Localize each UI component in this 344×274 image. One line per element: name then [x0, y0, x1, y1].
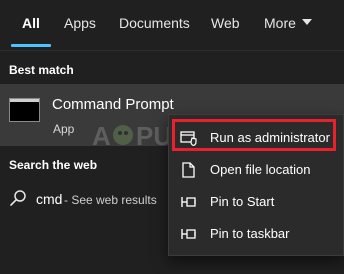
file-location-icon	[182, 162, 195, 178]
web-search-result[interactable]: cmd - See web results	[0, 183, 172, 217]
search-filter-tabs: All Apps Documents Web More	[0, 0, 344, 50]
chevron-down-icon	[301, 19, 312, 26]
search-web-heading: Search the web	[9, 158, 98, 172]
best-match-title: Command Prompt	[52, 96, 174, 113]
menu-item-open-file-location[interactable]: Open file location	[169, 155, 343, 185]
pin-icon	[181, 197, 196, 207]
tab-more-label: More	[264, 15, 296, 31]
menu-item-label: Run as administrator	[210, 130, 330, 145]
menu-item-pin-to-start[interactable]: Pin to Start	[169, 187, 343, 217]
search-icon	[10, 190, 26, 206]
best-match-heading: Best match	[9, 63, 74, 77]
context-menu: Run as administrator Open file location …	[168, 114, 344, 256]
start-search-panel: All Apps Documents Web More Best match C…	[0, 0, 344, 274]
menu-item-label: Open file location	[210, 162, 311, 177]
menu-item-label: Pin to Start	[210, 194, 275, 209]
tab-more[interactable]: More	[264, 15, 312, 31]
menu-item-run-as-administrator[interactable]: Run as administrator	[169, 123, 343, 153]
tab-apps[interactable]: Apps	[64, 15, 96, 31]
web-search-query: cmd	[36, 191, 63, 207]
best-match-subtitle: App	[53, 122, 75, 136]
menu-item-label: Pin to taskbar	[210, 226, 290, 241]
active-tab-indicator	[11, 44, 51, 47]
tab-web[interactable]: Web	[211, 15, 240, 31]
tab-documents[interactable]: Documents	[119, 15, 190, 31]
command-prompt-icon	[9, 98, 40, 122]
web-search-hint: - See web results	[64, 193, 157, 207]
pin-icon	[181, 229, 196, 239]
tabs-divider	[0, 50, 344, 51]
shield-admin-icon	[180, 131, 197, 146]
svg-text:A: A	[92, 121, 111, 151]
tab-all[interactable]: All	[22, 15, 40, 31]
menu-item-pin-to-taskbar[interactable]: Pin to taskbar	[169, 219, 343, 249]
